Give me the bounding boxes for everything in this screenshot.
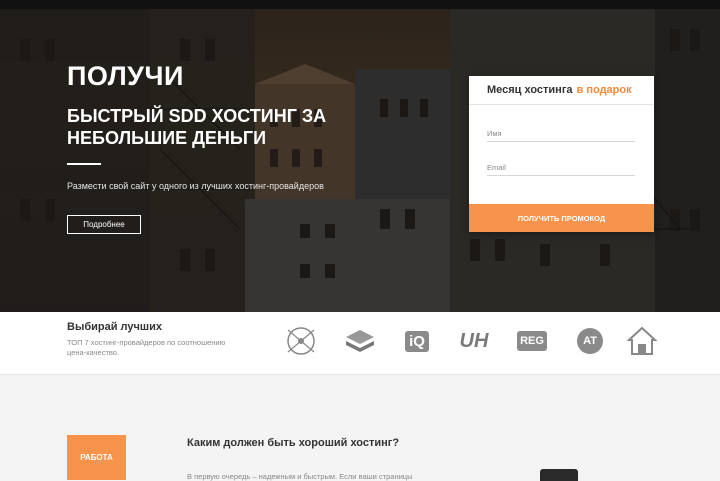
partners-strip: Выбирай лучших ТОП 7 хостинг-провайдеров… [0, 312, 720, 375]
at-logo-text: AT [577, 328, 603, 354]
features-section: РАБОТА Каким должен быть хороший хостинг… [0, 375, 720, 481]
hero-subtitle-heading: БЫСТРЫЙ SDD ХОСТИНГ ЗА НЕБОЛЬШИЕ ДЕНЬГИ [67, 106, 327, 148]
work-tag: РАБОТА [67, 435, 126, 480]
partners-title: Выбирай лучших [67, 321, 162, 333]
more-button[interactable]: Подробнее [67, 215, 141, 234]
email-input[interactable]: Email [487, 158, 635, 176]
promo-heading-accent: в подарок [576, 84, 632, 96]
promo-form-heading: Месяц хостинга в подарок [469, 76, 654, 105]
partners-description: ТОП 7 хостинг-провайдеров по соотношению… [67, 338, 226, 357]
uh-logo-text: UH [459, 329, 489, 352]
hero-description: Размести свой сайт у одного из лучших хо… [67, 181, 324, 191]
section-question: Каким должен быть хороший хостинг? [187, 437, 400, 449]
compass-logo-icon[interactable] [284, 324, 318, 358]
device-image [540, 469, 578, 481]
reg-logo-icon[interactable]: REG [515, 324, 549, 358]
house-logo-icon[interactable] [625, 324, 659, 358]
hero-title: ПОЛУЧИ [67, 61, 184, 91]
at-logo-icon[interactable]: AT [573, 324, 607, 358]
uh-logo-icon[interactable]: UH [457, 324, 491, 358]
get-promocode-button[interactable]: ПОЛУЧИТЬ ПРОМОКОД [469, 204, 654, 232]
name-input[interactable]: Имя [487, 124, 635, 142]
stack-logo-icon[interactable] [343, 324, 377, 358]
promo-heading-text: Месяц хостинга [487, 84, 573, 96]
hero-section: ПОЛУЧИ БЫСТРЫЙ SDD ХОСТИНГ ЗА НЕБОЛЬШИЕ … [0, 9, 720, 312]
top-bar [0, 0, 720, 9]
hero-divider [67, 163, 101, 165]
iq-logo-text: iQ [405, 330, 429, 352]
promo-form-card: Месяц хостинга в подарок Имя Email ПОЛУЧ… [469, 76, 654, 232]
iq-logo-icon[interactable]: iQ [400, 324, 434, 358]
reg-logo-text: REG [517, 331, 547, 351]
